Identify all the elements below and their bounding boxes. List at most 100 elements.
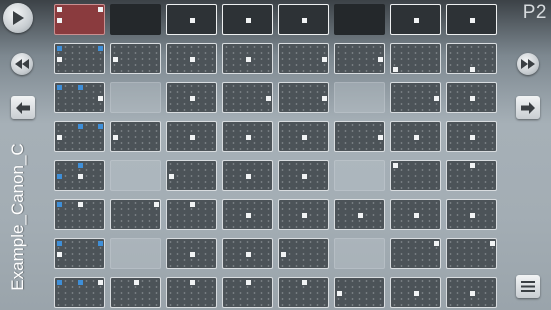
note-marker bbox=[98, 7, 103, 12]
clip-cell-r7-c6[interactable] bbox=[334, 238, 385, 269]
note-marker bbox=[57, 85, 62, 90]
clip-cell-r2-c1[interactable] bbox=[54, 43, 105, 74]
clip-cell-r4-c4[interactable] bbox=[222, 121, 273, 152]
clip-cell-r4-c2[interactable] bbox=[110, 121, 161, 152]
clip-cell-r2-c2[interactable] bbox=[110, 43, 161, 74]
clip-cell-r5-c4[interactable] bbox=[222, 160, 273, 191]
note-marker bbox=[469, 67, 475, 72]
clip-cell-r6-c3[interactable] bbox=[166, 199, 217, 230]
note-marker bbox=[469, 163, 475, 168]
note-marker bbox=[57, 280, 62, 285]
clip-cell-r2-c4[interactable] bbox=[222, 43, 273, 74]
note-marker bbox=[245, 280, 251, 285]
clip-cell-r5-c2[interactable] bbox=[110, 160, 161, 191]
clip-cell-r3-c4[interactable] bbox=[222, 82, 273, 113]
note-marker bbox=[57, 56, 62, 62]
clip-cell-r5-c8[interactable] bbox=[446, 160, 497, 191]
note-marker bbox=[469, 95, 475, 101]
clip-cell-r5-c6[interactable] bbox=[334, 160, 385, 191]
clip-cell-r1-c1[interactable] bbox=[54, 4, 105, 35]
clip-cell-r8-c4[interactable] bbox=[222, 277, 273, 308]
note-marker bbox=[57, 134, 62, 140]
note-marker bbox=[77, 163, 83, 168]
note-marker bbox=[378, 134, 383, 140]
clip-cell-r1-c7[interactable] bbox=[390, 4, 441, 35]
note-marker bbox=[77, 280, 83, 285]
note-marker bbox=[245, 134, 251, 140]
clip-cell-r1-c5[interactable] bbox=[278, 4, 329, 35]
clip-cell-r6-c2[interactable] bbox=[110, 199, 161, 230]
clip-cell-r2-c8[interactable] bbox=[446, 43, 497, 74]
note-marker bbox=[189, 280, 195, 285]
clip-cell-r4-c6[interactable] bbox=[334, 121, 385, 152]
clip-cell-r3-c6[interactable] bbox=[334, 82, 385, 113]
clip-cell-r3-c8[interactable] bbox=[446, 82, 497, 113]
clip-cell-r3-c5[interactable] bbox=[278, 82, 329, 113]
clip-cell-r8-c1[interactable] bbox=[54, 277, 105, 308]
clip-cell-r7-c3[interactable] bbox=[166, 238, 217, 269]
clip-cell-r6-c8[interactable] bbox=[446, 199, 497, 230]
clip-cell-r8-c8[interactable] bbox=[446, 277, 497, 308]
clip-cell-r1-c4[interactable] bbox=[222, 4, 273, 35]
clip-cell-r6-c7[interactable] bbox=[390, 199, 441, 230]
note-marker bbox=[301, 17, 307, 23]
clip-cell-r2-c5[interactable] bbox=[278, 43, 329, 74]
note-marker bbox=[154, 202, 159, 207]
clip-cell-r3-c1[interactable] bbox=[54, 82, 105, 113]
note-marker bbox=[413, 17, 419, 23]
note-marker bbox=[393, 163, 398, 168]
note-marker bbox=[469, 212, 475, 218]
note-marker bbox=[266, 95, 271, 101]
note-marker bbox=[245, 17, 251, 23]
clip-cell-r5-c7[interactable] bbox=[390, 160, 441, 191]
note-marker bbox=[322, 95, 327, 101]
clip-cell-r3-c3[interactable] bbox=[166, 82, 217, 113]
clip-cell-r1-c8[interactable] bbox=[446, 4, 497, 35]
note-marker bbox=[413, 134, 419, 140]
clip-cell-r6-c4[interactable] bbox=[222, 199, 273, 230]
note-marker bbox=[57, 173, 62, 179]
note-marker bbox=[490, 241, 495, 246]
clip-cell-r1-c3[interactable] bbox=[166, 4, 217, 35]
note-marker bbox=[77, 202, 83, 207]
clip-cell-r4-c5[interactable] bbox=[278, 121, 329, 152]
note-marker bbox=[189, 202, 195, 207]
clip-cell-r5-c5[interactable] bbox=[278, 160, 329, 191]
clip-cell-r5-c3[interactable] bbox=[166, 160, 217, 191]
clip-cell-r7-c8[interactable] bbox=[446, 238, 497, 269]
clip-cell-r5-c1[interactable] bbox=[54, 160, 105, 191]
clip-cell-r8-c2[interactable] bbox=[110, 277, 161, 308]
clip-cell-r6-c5[interactable] bbox=[278, 199, 329, 230]
clip-cell-r2-c3[interactable] bbox=[166, 43, 217, 74]
clip-cell-r6-c6[interactable] bbox=[334, 199, 385, 230]
note-marker bbox=[301, 280, 307, 285]
note-marker bbox=[469, 134, 475, 140]
clip-cell-r3-c7[interactable] bbox=[390, 82, 441, 113]
clip-cell-r8-c7[interactable] bbox=[390, 277, 441, 308]
clip-cell-r6-c1[interactable] bbox=[54, 199, 105, 230]
clip-cell-r3-c2[interactable] bbox=[110, 82, 161, 113]
clip-cell-r8-c3[interactable] bbox=[166, 277, 217, 308]
note-marker bbox=[301, 134, 307, 140]
clip-cell-r7-c1[interactable] bbox=[54, 238, 105, 269]
clip-cell-r2-c6[interactable] bbox=[334, 43, 385, 74]
clip-cell-r8-c6[interactable] bbox=[334, 277, 385, 308]
note-marker bbox=[77, 173, 83, 179]
clip-cell-r7-c7[interactable] bbox=[390, 238, 441, 269]
note-marker bbox=[469, 17, 475, 23]
clip-cell-r4-c7[interactable] bbox=[390, 121, 441, 152]
clip-cell-r7-c2[interactable] bbox=[110, 238, 161, 269]
note-marker bbox=[245, 56, 251, 62]
note-marker bbox=[98, 95, 103, 101]
clip-cell-r1-c6[interactable] bbox=[334, 4, 385, 35]
clip-cell-r7-c5[interactable] bbox=[278, 238, 329, 269]
clip-cell-r8-c5[interactable] bbox=[278, 277, 329, 308]
clip-cell-r4-c8[interactable] bbox=[446, 121, 497, 152]
clip-cell-r7-c4[interactable] bbox=[222, 238, 273, 269]
clip-cell-r2-c7[interactable] bbox=[390, 43, 441, 74]
clip-cell-r4-c3[interactable] bbox=[166, 121, 217, 152]
note-marker bbox=[337, 290, 342, 296]
clip-cell-r4-c1[interactable] bbox=[54, 121, 105, 152]
clip-cell-r1-c2[interactable] bbox=[110, 4, 161, 35]
note-marker bbox=[113, 134, 118, 140]
